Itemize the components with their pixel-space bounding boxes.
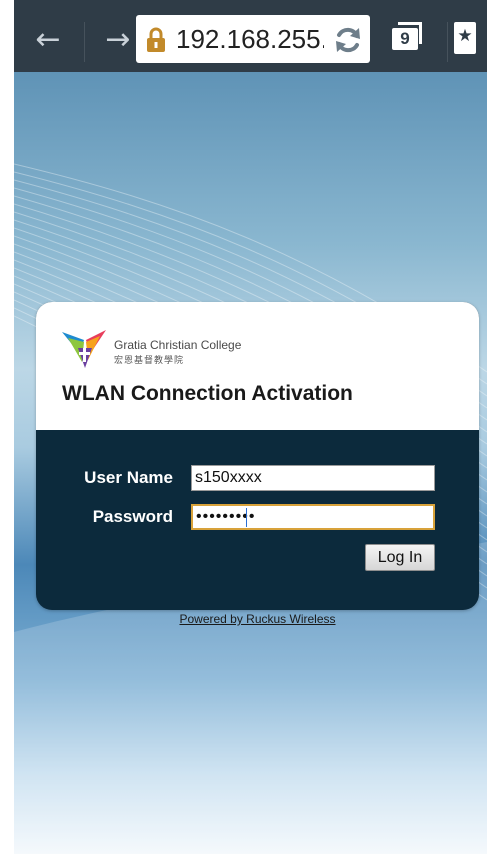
college-name-chinese: 宏恩基督教學院 (114, 355, 185, 365)
tabs-button[interactable]: 9 (390, 20, 434, 60)
college-name: Gratia Christian College (114, 338, 242, 352)
username-input[interactable] (191, 465, 435, 491)
arrow-left-icon[interactable]: ← (26, 18, 70, 62)
text-cursor (246, 508, 247, 527)
password-input[interactable] (191, 504, 435, 530)
username-label: User Name (84, 468, 173, 487)
reload-icon[interactable] (332, 24, 364, 56)
arrow-right-icon[interactable]: → (96, 18, 140, 62)
login-button[interactable]: Log In (365, 544, 435, 571)
card-header: Gratia Christian College 宏恩基督教學院 WLAN Co… (36, 302, 479, 430)
address-bar[interactable]: 192.168.255.2 (136, 15, 370, 63)
captive-portal-page: Gratia Christian College 宏恩基督教學院 WLAN Co… (14, 72, 487, 854)
toolbar-divider (447, 22, 448, 62)
college-logo-icon (62, 330, 106, 368)
url-text[interactable]: 192.168.255.2 (176, 24, 324, 54)
powered-by-link[interactable]: Powered by Ruckus Wireless (14, 612, 487, 626)
lock-icon (147, 27, 165, 52)
page-title: WLAN Connection Activation (62, 382, 353, 405)
bookmark-star-icon[interactable]: ★ (454, 22, 476, 54)
tab-count: 9 (392, 28, 418, 50)
toolbar-divider (84, 22, 85, 62)
login-card: Gratia Christian College 宏恩基督教學院 WLAN Co… (36, 302, 479, 610)
browser-toolbar: ← → 192.168.255.2 9 ★ (14, 0, 487, 72)
password-label: Password (92, 507, 173, 526)
